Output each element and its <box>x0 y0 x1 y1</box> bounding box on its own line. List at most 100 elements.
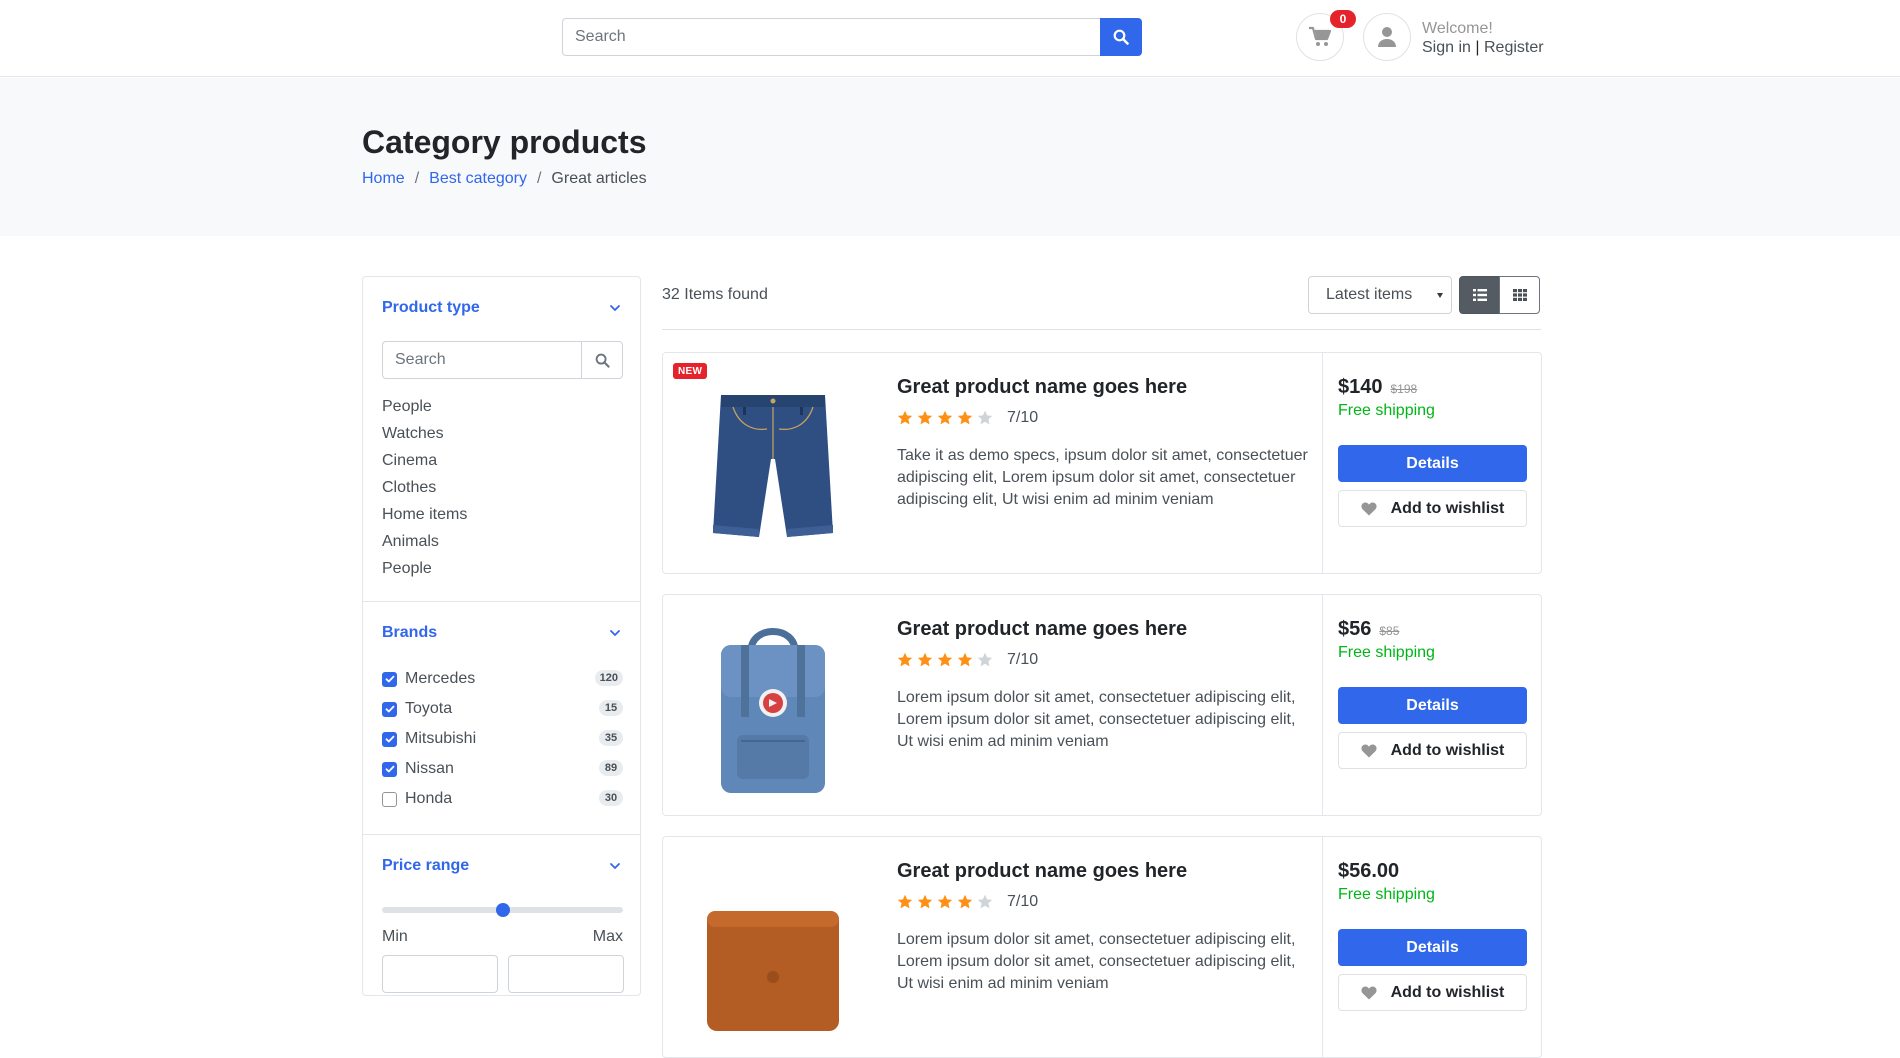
header-search <box>562 18 1142 56</box>
search-input[interactable] <box>562 18 1100 56</box>
sort-select[interactable]: Latest items <box>1308 276 1452 314</box>
brand-name: Nissan <box>405 760 454 777</box>
search-icon <box>1113 29 1129 45</box>
product-description: Lorem ipsum dolor sit amet, consectetuer… <box>897 689 1296 750</box>
product-type-toggle[interactable]: Product type <box>382 299 480 317</box>
product-description: Lorem ipsum dolor sit amet, consectetuer… <box>897 931 1296 992</box>
chevron-down-icon[interactable] <box>608 859 622 873</box>
details-button[interactable]: Details <box>1338 929 1527 966</box>
sign-in-link[interactable]: Sign in <box>1422 39 1471 56</box>
product-price-panel: $140 $198 Free shipping Details Add to w… <box>1322 353 1541 573</box>
product-type-item[interactable]: Clothes <box>382 474 467 501</box>
price-inputs <box>382 955 624 993</box>
star-empty-icon <box>977 894 993 909</box>
brand-item[interactable]: Mercedes 120 <box>382 664 623 694</box>
brand-name: Mercedes <box>405 670 476 687</box>
details-button[interactable]: Details <box>1338 445 1527 482</box>
divider <box>363 834 640 835</box>
old-price: $198 <box>1390 382 1418 396</box>
product-title[interactable]: Great product name goes here <box>897 618 1187 641</box>
account-button[interactable] <box>1363 13 1411 61</box>
star-filled-icon <box>957 894 973 909</box>
star-filled-icon <box>917 652 933 667</box>
cart-icon <box>1309 26 1332 46</box>
product-type-item[interactable]: People <box>382 393 467 420</box>
star-filled-icon <box>917 410 933 425</box>
search-button[interactable] <box>1100 18 1142 56</box>
price-slider-thumb[interactable] <box>495 903 510 917</box>
add-to-wishlist-button[interactable]: Add to wishlist <box>1338 490 1527 527</box>
product-type-item[interactable]: Animals <box>382 528 467 555</box>
brand-checkbox[interactable] <box>382 671 397 687</box>
product-type-search-button[interactable] <box>581 341 623 379</box>
product-type-item[interactable]: Home items <box>382 501 467 528</box>
page-title: Category products <box>362 124 647 160</box>
chevron-down-icon[interactable] <box>608 626 622 640</box>
rating-stars: 7/10 <box>897 409 1038 427</box>
brand-name: Toyota <box>405 700 453 717</box>
star-empty-icon <box>977 410 993 425</box>
breadcrumb-home[interactable]: Home <box>362 170 405 188</box>
star-filled-icon <box>897 894 913 909</box>
product-title[interactable]: Great product name goes here <box>897 860 1187 883</box>
check-icon <box>385 735 394 743</box>
product-type-search-input[interactable] <box>382 341 581 379</box>
old-price: $85 <box>1379 624 1400 638</box>
max-label: Max <box>592 928 623 945</box>
chevron-down-icon[interactable] <box>608 301 622 315</box>
shipping-status: Free shipping <box>1338 644 1435 661</box>
rating-score: 7/10 <box>1007 893 1039 910</box>
grid-view-button[interactable] <box>1499 276 1540 314</box>
price-slider[interactable] <box>382 903 623 917</box>
caret-down-icon <box>1437 293 1443 298</box>
product-type-item[interactable]: People <box>382 555 467 582</box>
current-price: $56 <box>1338 618 1372 640</box>
breadcrumb-current: Great articles <box>551 170 647 187</box>
price-range-toggle[interactable]: Price range <box>382 857 469 875</box>
filter-sidebar: Product type People Watches Cinema Cloth… <box>362 276 641 996</box>
check-icon <box>385 765 394 773</box>
add-to-wishlist-button[interactable]: Add to wishlist <box>1338 732 1527 769</box>
heart-icon <box>1361 501 1377 515</box>
brand-name: Mitsubishi <box>405 730 477 747</box>
items-found-count: 32 Items found <box>662 286 768 303</box>
product-title[interactable]: Great product name goes here <box>897 376 1187 399</box>
product-image-denim-shorts[interactable] <box>683 373 863 553</box>
brand-checkbox[interactable] <box>382 791 397 807</box>
min-price-input[interactable] <box>382 955 498 993</box>
product-image-blue-backpack[interactable] <box>683 615 863 795</box>
brand-item[interactable]: Toyota 15 <box>382 694 623 724</box>
product-description: Take it as demo specs, ipsum dolor sit a… <box>897 447 1308 508</box>
price-min-max-labels: Min Max <box>382 928 623 946</box>
max-price-input[interactable] <box>508 955 624 993</box>
rating-stars: 7/10 <box>897 651 1038 669</box>
product-type-item[interactable]: Cinema <box>382 447 467 474</box>
brand-item[interactable]: Mitsubishi 35 <box>382 724 623 754</box>
divider <box>363 601 640 602</box>
brand-item[interactable]: Nissan 89 <box>382 754 623 784</box>
product-type-item[interactable]: Watches <box>382 420 467 447</box>
rating-score: 7/10 <box>1007 651 1039 668</box>
star-filled-icon <box>937 652 953 667</box>
price-block: $56.00 <box>1338 860 1399 883</box>
brand-item[interactable]: Honda 30 <box>382 784 623 814</box>
brand-name: Honda <box>405 790 453 807</box>
star-filled-icon <box>917 894 933 909</box>
welcome-text: Welcome! <box>1422 20 1493 37</box>
brand-checkbox[interactable] <box>382 761 397 777</box>
register-link[interactable]: Register <box>1484 39 1544 56</box>
wishlist-label: Add to wishlist <box>1390 983 1505 1001</box>
product-image-leather-sleeve[interactable] <box>683 857 863 1037</box>
rating-stars: 7/10 <box>897 893 1038 911</box>
welcome-block: Welcome! Sign in | Register <box>1422 19 1544 57</box>
details-button[interactable]: Details <box>1338 687 1527 724</box>
list-view-button[interactable] <box>1459 276 1500 314</box>
current-price: $56.00 <box>1338 860 1400 882</box>
brand-checkbox[interactable] <box>382 731 397 747</box>
add-to-wishlist-button[interactable]: Add to wishlist <box>1338 974 1527 1011</box>
star-filled-icon <box>897 410 913 425</box>
brands-toggle[interactable]: Brands <box>382 624 437 642</box>
breadcrumb-category[interactable]: Best category <box>429 170 527 188</box>
brand-checkbox[interactable] <box>382 701 397 717</box>
rating-score: 7/10 <box>1007 409 1039 426</box>
